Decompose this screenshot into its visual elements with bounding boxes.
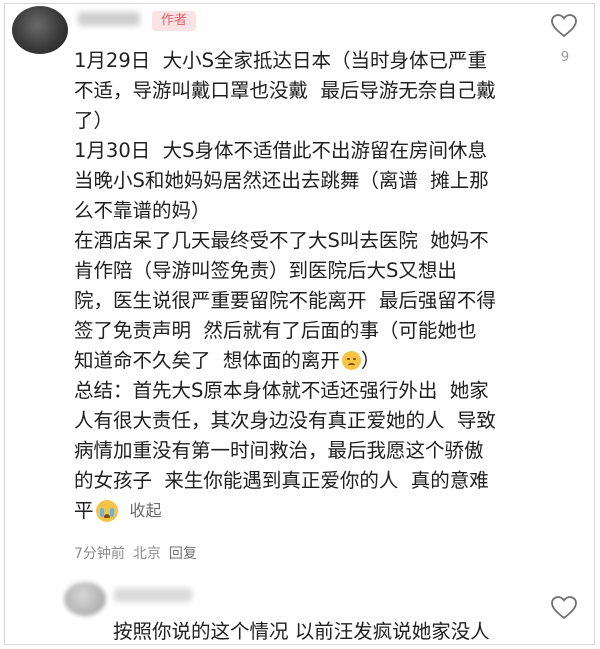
comment-line: 当晚小S和她妈妈居然还出去跳舞（离谱 摊上那 — [74, 169, 489, 192]
comment-line: 病情加重没有第一时间救治，最后我愿这个骄傲 — [74, 439, 484, 462]
comment-line-text: 知道命不久矣了 想体面的离开 — [74, 349, 340, 372]
comment-line: 院，医生说很严重要留院不能离开 最后强留不得 — [74, 289, 496, 312]
comment-line: 么不靠谱的妈） — [74, 199, 211, 222]
comment-line: 签了免责声明 然后就有了后面的事（可能她也 — [74, 319, 477, 342]
comment-line: 肯作陪（导游叫签免责）到医院后大S又想出 — [74, 259, 457, 282]
comment-line: 人有很大责任，其次身边没有真正爱她的人 导致 — [74, 409, 496, 432]
reply-text: 按照你说的这个情况 以前汪发疯说她家没人 — [113, 620, 490, 643]
comment-meta: 7分钟前 北京 回复 — [74, 543, 197, 563]
comment-line: 1月30日 大S身体不适借此不出游留在房间休息 — [74, 139, 487, 162]
comment-last-line: 平 收起 — [74, 496, 544, 526]
comment-line-text: 平 — [74, 499, 94, 522]
reply-button[interactable]: 回复 — [169, 543, 197, 563]
comment-location: 北京 — [132, 546, 161, 562]
comment-line: 的女孩子 来生你能遇到真正爱你的人 真的意难 — [74, 469, 489, 492]
like-heart-icon[interactable] — [551, 14, 577, 38]
comment-line: 了） — [74, 109, 114, 132]
author-badge: 作者 — [152, 11, 196, 31]
reply-avatar[interactable] — [64, 582, 106, 616]
reply-like-heart-icon[interactable] — [551, 596, 577, 620]
sad-face-emoji-icon — [341, 351, 361, 370]
comment-line-tail: ） — [360, 349, 381, 372]
like-count: 9 — [560, 50, 570, 65]
comment-line: 1月29日 大小S全家抵达日本（当时身体已严重 — [74, 49, 487, 72]
comment-time: 7分钟前 — [74, 546, 125, 562]
comment-line: 总结：首先大S原本身体就不适还强行外出 她家 — [74, 379, 489, 402]
username-blurred[interactable] — [78, 12, 140, 26]
comment-line-with-emoji: 知道命不久矣了 想体面的离开 ） — [74, 346, 544, 376]
collapse-button[interactable]: 收起 — [130, 496, 162, 526]
comment-line: 在酒店呆了几天最终受不了大S叫去医院 她妈不 — [74, 229, 489, 252]
comment-line: 不适，导游叫戴口罩也没戴 最后导游无奈自己戴 — [74, 79, 496, 102]
reply-username-blurred[interactable] — [114, 588, 192, 602]
comment-text: 1月29日 大小S全家抵达日本（当时身体已严重 不适，导游叫戴口罩也没戴 最后导… — [74, 46, 544, 526]
avatar[interactable] — [12, 6, 68, 54]
crying-face-emoji-icon — [95, 500, 118, 522]
